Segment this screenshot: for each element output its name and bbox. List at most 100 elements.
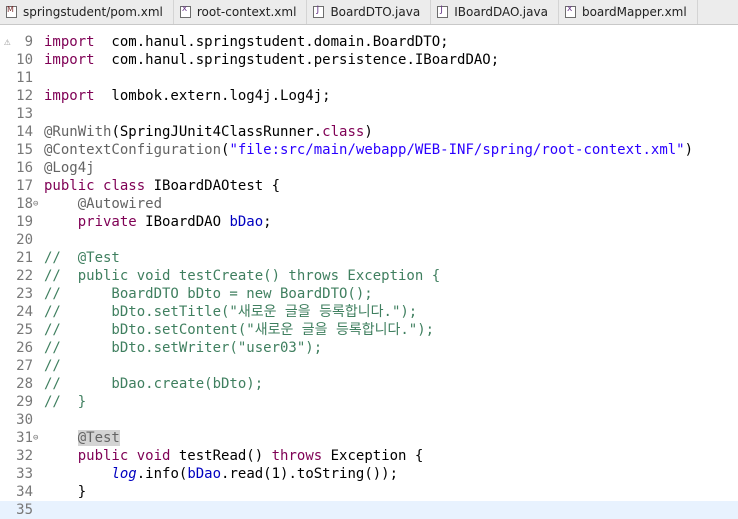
code-text: } xyxy=(44,483,86,501)
code-token: bDao xyxy=(187,466,222,482)
xml-file-icon xyxy=(564,4,576,18)
tab-iboarddao-java[interactable]: IBoardDAO.java xyxy=(431,0,559,24)
line-number: 14 xyxy=(16,124,33,140)
code-token: "file:src/main/webapp/WEB-INF/spring/roo… xyxy=(229,142,685,158)
line-number: 22 xyxy=(16,268,33,284)
line-number: 35 xyxy=(16,502,33,518)
tab-boarddto-java[interactable]: BoardDTO.java xyxy=(307,0,432,24)
line-number: 19 xyxy=(16,214,33,230)
code-token: @ContextConfiguration xyxy=(44,142,222,158)
code-line[interactable]: 17 public class IBoardDAOtest { xyxy=(0,177,738,195)
code-text: private IBoardDAO bDao; xyxy=(44,213,272,231)
code-line[interactable]: 14 @RunWith(SpringJUnit4ClassRunner.class… xyxy=(0,123,738,141)
line-number: 9 xyxy=(24,34,33,50)
line-number: 31 xyxy=(16,430,33,446)
code-token: // bDao.create(bDto); xyxy=(44,376,264,392)
code-text: @Log4j xyxy=(44,159,95,177)
line-number: 23 xyxy=(16,286,33,302)
code-line[interactable]: 16 @Log4j xyxy=(0,159,738,177)
tab-root-context-xml[interactable]: root-context.xml xyxy=(174,0,308,24)
code-line[interactable]: 29 // } xyxy=(0,393,738,411)
code-line[interactable]: 35 xyxy=(0,501,738,519)
fold-toggle-icon[interactable]: ⊖ xyxy=(33,429,38,447)
code-token: com.hanul.springstudent.domain.BoardDTO; xyxy=(94,34,449,50)
tab-springstudent-pom-xml[interactable]: springstudent/pom.xml xyxy=(0,0,174,24)
code-token: import xyxy=(44,88,95,104)
line-number: 28 xyxy=(16,376,33,392)
code-token: } xyxy=(44,484,87,500)
code-token: ) xyxy=(364,124,373,140)
code-line[interactable]: ⚠ 9 import com.hanul.springstudent.domain.… xyxy=(0,33,738,51)
line-number: 12 xyxy=(16,88,33,104)
code-line[interactable]: 26 // bDto.setWriter("user03"); xyxy=(0,339,738,357)
code-token: @Autowired xyxy=(77,196,163,212)
code-token: // xyxy=(44,358,61,374)
code-line[interactable]: 33 log.info(bDao.read(1).toString()); xyxy=(0,465,738,483)
code-token: log xyxy=(111,466,137,482)
code-text: @Autowired xyxy=(44,195,162,213)
code-text: import com.hanul.springstudent.persisten… xyxy=(44,51,499,69)
maven-pom-icon xyxy=(6,5,17,18)
code-token: lombok.extern.log4j.Log4j; xyxy=(94,88,331,104)
line-number: 16 xyxy=(16,160,33,176)
code-token: public xyxy=(77,448,129,464)
code-line[interactable]: 11 xyxy=(0,69,738,87)
code-token: // public void testCreate() throws Excep… xyxy=(44,268,441,284)
code-text: import lombok.extern.log4j.Log4j; xyxy=(44,87,331,105)
fold-toggle-icon[interactable]: ⊖ xyxy=(33,195,38,213)
code-line[interactable]: 19 private IBoardDAO bDao; xyxy=(0,213,738,231)
code-token: @RunWith xyxy=(44,124,112,140)
code-text: @RunWith(SpringJUnit4ClassRunner.class) xyxy=(44,123,373,141)
code-editor[interactable]: ⚠ 9 import com.hanul.springstudent.domain.… xyxy=(0,25,738,519)
code-line[interactable]: 30 xyxy=(0,411,738,429)
code-line[interactable]: 15 @ContextConfiguration("file:src/main/w… xyxy=(0,141,738,159)
code-text: @ContextConfiguration("file:src/main/web… xyxy=(44,141,693,159)
code-line[interactable]: 22 // public void testCreate() throws Exc… xyxy=(0,267,738,285)
code-line[interactable]: 28 // bDao.create(bDto); xyxy=(0,375,738,393)
code-line[interactable]: 25 // bDto.setContent("새로운 글을 등록합니다."); xyxy=(0,321,738,339)
code-token: ) xyxy=(684,142,694,158)
code-line[interactable]: 10 import com.hanul.springstudent.persist… xyxy=(0,51,738,69)
code-token: import xyxy=(44,34,95,50)
code-token: // bDto.setWriter("user03"); xyxy=(44,340,323,356)
code-text: // bDto.setTitle("새로운 글을 등록합니다."); xyxy=(44,303,417,321)
code-line[interactable]: 23 // BoardDTO bDto = new BoardDTO(); xyxy=(0,285,738,303)
code-line[interactable]: 13 xyxy=(0,105,738,123)
line-number: 11 xyxy=(16,70,33,86)
tab-label: boardMapper.xml xyxy=(581,5,687,19)
line-number: 34 xyxy=(16,484,33,500)
code-token: .info( xyxy=(136,466,188,482)
code-line[interactable]: 27 // xyxy=(0,357,738,375)
editor-tab-bar: springstudent/pom.xml root-context.xml Boa… xyxy=(0,0,738,25)
code-line[interactable]: 32 public void testRead() throws Excepti… xyxy=(0,447,738,465)
code-line[interactable]: 12 import lombok.extern.log4j.Log4j; xyxy=(0,87,738,105)
code-token: private xyxy=(77,214,137,230)
line-number: 21 xyxy=(16,250,33,266)
code-token: throws xyxy=(271,448,323,464)
tab-boardmapper-xml[interactable]: boardMapper.xml xyxy=(559,0,698,24)
code-text: @Test xyxy=(44,429,120,447)
code-line[interactable]: 18 ⊖ @Autowired xyxy=(0,195,738,213)
line-number: 10 xyxy=(16,52,33,68)
code-token: @Log4j xyxy=(44,160,95,176)
code-token: .read(1).toString()); xyxy=(221,466,399,482)
code-token: void xyxy=(136,448,171,464)
code-line[interactable]: 20 xyxy=(0,231,738,249)
code-text: // } xyxy=(44,393,86,411)
code-line[interactable]: 31 ⊖ @Test xyxy=(0,429,738,447)
code-token: @Test xyxy=(77,430,120,446)
code-text: // public void testCreate() throws Excep… xyxy=(44,267,440,285)
code-token: public xyxy=(44,178,95,194)
code-line[interactable]: 24 // bDto.setTitle("새로운 글을 등록합니다."); xyxy=(0,303,738,321)
code-token: (SpringJUnit4ClassRunner. xyxy=(111,124,323,140)
java-file-icon xyxy=(313,5,325,18)
code-token: testRead() xyxy=(170,448,272,464)
line-number: 30 xyxy=(16,412,33,428)
code-token: // bDto.setContent("새로운 글을 등록합니다."); xyxy=(44,322,435,338)
code-token: Exception { xyxy=(322,448,424,464)
code-token: bDao xyxy=(229,214,264,230)
code-text: log.info(bDao.read(1).toString()); xyxy=(44,465,398,483)
line-number: 15 xyxy=(16,142,33,158)
code-line[interactable]: 21 // @Test xyxy=(0,249,738,267)
code-line[interactable]: 34 } xyxy=(0,483,738,501)
